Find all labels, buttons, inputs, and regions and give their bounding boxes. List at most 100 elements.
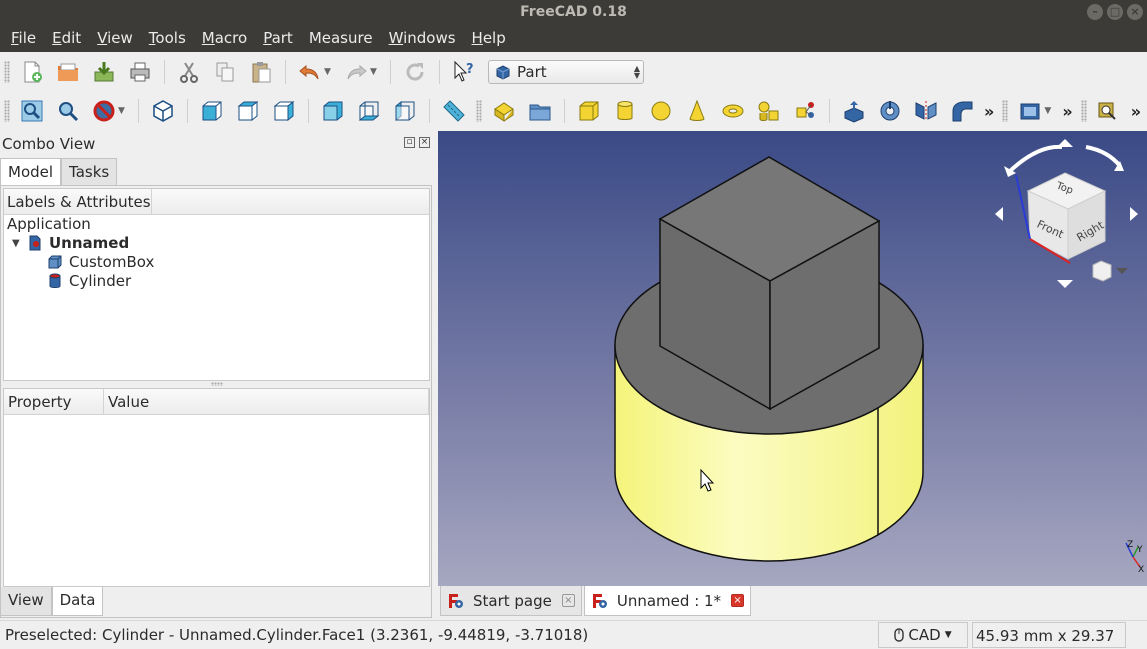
- view-menu-arrow-icon[interactable]: [1116, 268, 1128, 274]
- navigation-style-button[interactable]: CAD ▼: [878, 622, 968, 648]
- extrude-button[interactable]: [840, 97, 868, 125]
- view-front-button[interactable]: [198, 97, 226, 125]
- draw-style-button[interactable]: [90, 97, 118, 125]
- toolbar-overflow-button-2[interactable]: »: [1062, 102, 1072, 121]
- menu-measure[interactable]: Measure: [301, 24, 381, 52]
- paste-button[interactable]: [247, 58, 275, 86]
- close-window-button[interactable]: ×: [1127, 4, 1143, 20]
- tab-tasks[interactable]: Tasks: [61, 158, 118, 185]
- tree-column-header[interactable]: Labels & Attributes: [4, 189, 152, 215]
- new-document-button[interactable]: [18, 58, 46, 86]
- toolbar-separator: [187, 99, 188, 123]
- tree-root-row: Application: [4, 215, 429, 234]
- undo-dropdown-arrow[interactable]: ▼: [324, 67, 334, 77]
- toolbar-grip[interactable]: [4, 61, 10, 83]
- menu-windows[interactable]: Windows: [381, 24, 464, 52]
- menu-tools[interactable]: Tools: [141, 24, 194, 52]
- toolbar-grip[interactable]: [1002, 100, 1009, 122]
- menu-help[interactable]: Help: [464, 24, 514, 52]
- measure-linear-button[interactable]: [1095, 97, 1123, 125]
- toolbar-separator: [164, 60, 165, 84]
- create-sphere-button[interactable]: [647, 97, 675, 125]
- menu-file[interactable]: File: [3, 24, 44, 52]
- undo-button[interactable]: [296, 58, 324, 86]
- redo-dropdown-arrow[interactable]: ▼: [370, 67, 380, 77]
- save-document-button[interactable]: [90, 58, 118, 86]
- tree-item-cylinder[interactable]: Cylinder: [4, 272, 429, 291]
- menu-part[interactable]: Part: [255, 24, 301, 52]
- 3d-viewport[interactable]: Top Front Right Y Z X: [438, 131, 1147, 586]
- maximize-button[interactable]: □: [1107, 4, 1123, 20]
- measure-distance-button[interactable]: [440, 97, 468, 125]
- expand-arrow-icon[interactable]: ▼: [12, 234, 20, 253]
- nav-up-arrow-icon[interactable]: [1057, 139, 1073, 147]
- part-folder-button[interactable]: [526, 97, 554, 125]
- part-tool-button[interactable]: [490, 97, 518, 125]
- view-isometric-button[interactable]: [149, 97, 177, 125]
- fit-all-button[interactable]: [18, 97, 46, 125]
- nav-left-arrow-icon[interactable]: [995, 207, 1003, 221]
- draw-style-dropdown-arrow[interactable]: ▼: [118, 106, 128, 116]
- fillet-button[interactable]: [948, 97, 976, 125]
- open-document-button[interactable]: [54, 58, 82, 86]
- view-menu-cube-icon[interactable]: [1092, 260, 1112, 282]
- tab-view[interactable]: View: [0, 587, 52, 616]
- tab-model[interactable]: Model: [0, 158, 62, 185]
- whats-this-button[interactable]: ?: [450, 58, 478, 86]
- view-bottom-button[interactable]: [355, 97, 383, 125]
- status-bar: Preselected: Cylinder - Unnamed.Cylinder…: [0, 620, 1147, 649]
- float-panel-button[interactable]: ▫: [404, 137, 415, 148]
- rear-view-icon: [323, 101, 343, 121]
- nav-right-arrow-icon[interactable]: [1130, 207, 1138, 221]
- menu-macro[interactable]: Macro: [194, 24, 255, 52]
- boolean-button[interactable]: [1016, 97, 1044, 125]
- menu-edit[interactable]: Edit: [44, 24, 89, 52]
- view-left-button[interactable]: [391, 97, 419, 125]
- tree-item-custombox[interactable]: CustomBox: [4, 253, 429, 272]
- toolbar-grip[interactable]: [476, 100, 482, 122]
- redo-button[interactable]: [342, 58, 370, 86]
- property-column-header[interactable]: Property: [4, 389, 104, 414]
- toolbar-overflow-button[interactable]: »: [984, 102, 994, 121]
- toolbar-grip[interactable]: [4, 100, 10, 122]
- navigation-cube[interactable]: Top Front Right: [995, 139, 1138, 288]
- rotate-right-arrow-icon[interactable]: [1085, 145, 1122, 168]
- panel-splitter-handle[interactable]: [211, 382, 223, 386]
- doc-tab-unnamed[interactable]: Unnamed : 1* ×: [583, 586, 752, 616]
- primitives-button[interactable]: [755, 97, 783, 125]
- tree-document-row[interactable]: ▼ Unnamed: [4, 234, 429, 253]
- boolean-dropdown-arrow[interactable]: ▼: [1044, 106, 1054, 116]
- part-workbench-icon: [496, 65, 510, 80]
- view-rear-button[interactable]: [319, 97, 347, 125]
- toolbar-grip[interactable]: [1080, 100, 1087, 122]
- close-tab-button[interactable]: ×: [731, 594, 745, 607]
- workbench-selector[interactable]: Part ▲ ▼: [488, 60, 644, 84]
- doc-tab-start-page[interactable]: Start page ×: [440, 586, 582, 616]
- create-torus-button[interactable]: [719, 97, 747, 125]
- mirror-button[interactable]: [912, 97, 940, 125]
- cut-button[interactable]: [175, 58, 203, 86]
- menu-view[interactable]: View: [89, 24, 141, 52]
- shape-builder-button[interactable]: [791, 97, 819, 125]
- close-tab-button[interactable]: ×: [561, 594, 575, 607]
- combo-view-title: Combo View: [2, 135, 96, 153]
- print-button[interactable]: [126, 58, 154, 86]
- fit-selection-button[interactable]: [54, 97, 82, 125]
- view-right-button[interactable]: [270, 97, 298, 125]
- refresh-button[interactable]: [401, 58, 429, 86]
- create-cone-button[interactable]: [683, 97, 711, 125]
- tab-data[interactable]: Data: [51, 587, 104, 616]
- copy-button[interactable]: [211, 58, 239, 86]
- create-box-button[interactable]: [575, 97, 603, 125]
- close-panel-button[interactable]: ×: [419, 137, 430, 148]
- create-cylinder-button[interactable]: [611, 97, 639, 125]
- no-draw-style-icon: [93, 100, 115, 122]
- rotate-left-arrow-icon[interactable]: [1008, 144, 1063, 173]
- view-top-button[interactable]: [234, 97, 262, 125]
- nav-down-arrow-icon[interactable]: [1057, 280, 1073, 288]
- revolve-button[interactable]: [876, 97, 904, 125]
- minimize-button[interactable]: –: [1087, 4, 1103, 20]
- value-column-header[interactable]: Value: [104, 389, 429, 414]
- toolbar-overflow-button-3[interactable]: »: [1131, 102, 1141, 121]
- measure-linear-icon: [1098, 102, 1116, 120]
